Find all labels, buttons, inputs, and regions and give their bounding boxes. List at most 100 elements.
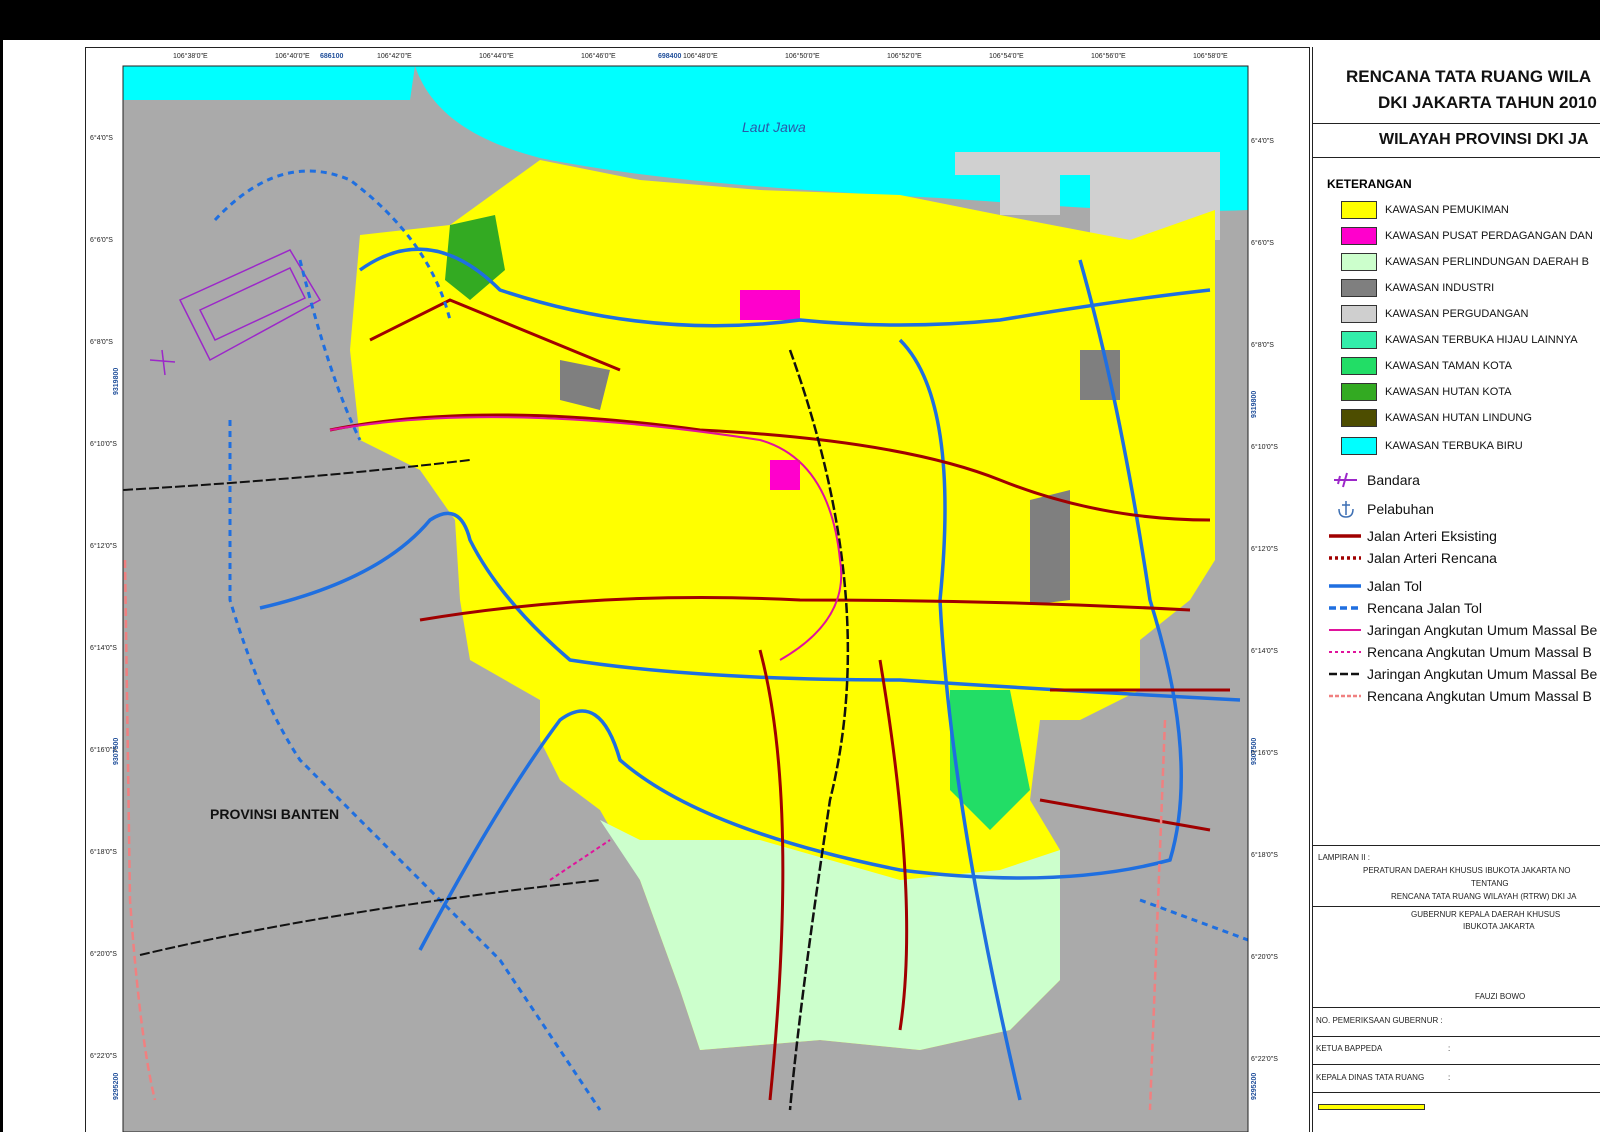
legend-swatch — [1341, 331, 1377, 349]
pemeriksaan-label: NO. PEMERIKSAAN GUBERNUR : — [1316, 1016, 1443, 1025]
lat-tick-right: 6°18'0"S — [1251, 852, 1278, 859]
legend-heading: KETERANGAN — [1327, 177, 1412, 191]
lon-tick: 106°50'0"E — [785, 53, 820, 60]
lon-tick: 106°52'0"E — [887, 53, 922, 60]
perda-line2: TENTANG — [1471, 879, 1509, 888]
lon-tick: 106°38'0"E — [173, 53, 208, 60]
legend-symbol: Pelabuhan — [1327, 499, 1600, 519]
legend-label: KAWASAN PEMUKIMAN — [1385, 204, 1509, 216]
lat-tick-right: 6°4'0"S — [1251, 138, 1274, 145]
legend-symbol-label: Bandara — [1367, 472, 1420, 488]
grid-y-label-right: 9319800 — [1251, 390, 1258, 418]
lat-tick: 6°12'0"S — [90, 543, 117, 550]
legend-swatch — [1341, 253, 1377, 271]
kepala-label: KEPALA DINAS TATA RUANG — [1316, 1073, 1425, 1082]
legend-line-label: Rencana Angkutan Umum Massal B — [1367, 688, 1592, 704]
legend-item: KAWASAN TERBUKA BIRU — [1341, 437, 1600, 457]
legend-label: KAWASAN HUTAN LINDUNG — [1385, 412, 1532, 424]
line-swatch — [1329, 584, 1361, 588]
anchor-icon — [1338, 501, 1354, 518]
grid-y-label-right: 9295200 — [1251, 1072, 1258, 1100]
subtitle-box: WILAYAH PROVINSI DKI JA — [1313, 123, 1600, 158]
divider — [1313, 1036, 1600, 1037]
legend-swatch — [1341, 383, 1377, 401]
legend-line: Jalan Tol — [1327, 576, 1600, 596]
legend-swatch — [1341, 437, 1377, 455]
lat-tick-right: 6°8'0"S — [1251, 342, 1274, 349]
legend-swatch — [1341, 409, 1377, 427]
legend-panel: RENCANA TATA RUANG WILA DKI JAKARTA TAHU… — [1312, 47, 1600, 1132]
ketua-label: KETUA BAPPEDA — [1316, 1044, 1383, 1053]
legend-item: KAWASAN PUSAT PERDAGANGAN DAN — [1341, 227, 1600, 247]
gubernur-line1: GUBERNUR KEPALA DAERAH KHUSUS — [1411, 910, 1561, 919]
lat-tick: 6°10'0"S — [90, 441, 117, 448]
divider — [1313, 1064, 1600, 1065]
footer-swatch — [1318, 1104, 1425, 1110]
lat-tick: 6°20'0"S — [90, 951, 117, 958]
lampiran-label: LAMPIRAN II : — [1318, 853, 1371, 862]
legend-line: Rencana Angkutan Umum Massal B — [1327, 642, 1600, 662]
map-subtitle: WILAYAH PROVINSI DKI JA — [1379, 131, 1589, 148]
line-swatch — [1329, 694, 1361, 698]
legend-line-label: Jalan Arteri Eksisting — [1367, 528, 1497, 544]
line-swatch — [1329, 606, 1361, 610]
divider — [1313, 845, 1600, 846]
legend-label: KAWASAN PUSAT PERDAGANGAN DAN — [1385, 230, 1593, 242]
map-frame — [85, 47, 1310, 1132]
legend-item: KAWASAN HUTAN LINDUNG — [1341, 409, 1600, 429]
legend-item: KAWASAN PEMUKIMAN — [1341, 201, 1600, 221]
lon-tick: 106°48'0"E — [683, 53, 718, 60]
grid-y-label: 9295200 — [113, 1072, 120, 1100]
legend-label: KAWASAN TAMAN KOTA — [1385, 360, 1512, 372]
legend-line: Jaringan Angkutan Umum Massal Be — [1327, 664, 1600, 684]
line-swatch — [1329, 651, 1361, 653]
line-swatch — [1329, 629, 1361, 631]
divider — [1313, 1007, 1600, 1008]
legend-item: KAWASAN INDUSTRI — [1341, 279, 1600, 299]
lat-tick: 6°6'0"S — [90, 237, 113, 244]
line-swatch — [1329, 534, 1361, 538]
legend-symbol: Bandara — [1327, 470, 1600, 490]
lon-tick: 106°40'0"E — [275, 53, 310, 60]
legend-line-label: Jaringan Angkutan Umum Massal Be — [1367, 666, 1598, 682]
grid-y-label: 9319800 — [113, 367, 120, 395]
legend-line-label: Jaringan Angkutan Umum Massal Be — [1367, 622, 1598, 638]
lat-tick-right: 6°14'0"S — [1251, 648, 1278, 655]
legend-line-label: Rencana Jalan Tol — [1367, 600, 1482, 616]
map-title-line2: DKI JAKARTA TAHUN 2010 — [1378, 93, 1597, 112]
legend-line-label: Jalan Arteri Rencana — [1367, 550, 1497, 566]
lat-tick-right: 6°20'0"S — [1251, 954, 1278, 961]
legend-line-label: Jalan Tol — [1367, 578, 1423, 594]
legend-line: Rencana Angkutan Umum Massal B — [1327, 686, 1600, 706]
legend-label: KAWASAN TERBUKA HIJAU LAINNYA — [1385, 334, 1578, 346]
legend-symbol-label: Pelabuhan — [1367, 501, 1434, 517]
legend-line: Jalan Arteri Eksisting — [1327, 526, 1600, 546]
legend-swatch — [1341, 357, 1377, 375]
lat-tick: 6°18'0"S — [90, 849, 117, 856]
line-swatch — [1329, 672, 1361, 676]
legend-item: KAWASAN PERLINDUNGAN DAERAH B — [1341, 253, 1600, 273]
lat-tick: 6°4'0"S — [90, 135, 113, 142]
legend-item: KAWASAN PERGUDANGAN — [1341, 305, 1600, 325]
legend-label: KAWASAN HUTAN KOTA — [1385, 386, 1512, 398]
lat-tick: 6°14'0"S — [90, 645, 117, 652]
lon-tick: 106°58'0"E — [1193, 53, 1228, 60]
perda-line1: PERATURAN DAERAH KHUSUS IBUKOTA JAKARTA … — [1363, 866, 1571, 875]
perda-line3: RENCANA TATA RUANG WILAYAH (RTRW) DKI JA — [1391, 892, 1577, 901]
divider — [1313, 906, 1600, 907]
lat-tick-right: 6°10'0"S — [1251, 444, 1278, 451]
lon-tick: 106°44'0"E — [479, 53, 514, 60]
legend-label: KAWASAN PERGUDANGAN — [1385, 308, 1529, 320]
ketua-colon: : — [1448, 1044, 1451, 1053]
legend-line-label: Rencana Angkutan Umum Massal B — [1367, 644, 1592, 660]
line-swatch — [1329, 556, 1361, 560]
lon-tick: 106°46'0"E — [581, 53, 616, 60]
legend-label: KAWASAN TERBUKA BIRU — [1385, 440, 1523, 452]
legend-swatch — [1341, 201, 1377, 219]
legend-item: KAWASAN TAMAN KOTA — [1341, 357, 1600, 377]
legend-line: Rencana Jalan Tol — [1327, 598, 1600, 618]
kepala-colon: : — [1448, 1073, 1451, 1082]
gubernur-line2: IBUKOTA JAKARTA — [1463, 922, 1535, 931]
lat-tick-right: 6°22'0"S — [1251, 1056, 1278, 1063]
signer-name: FAUZI BOWO — [1475, 992, 1526, 1001]
